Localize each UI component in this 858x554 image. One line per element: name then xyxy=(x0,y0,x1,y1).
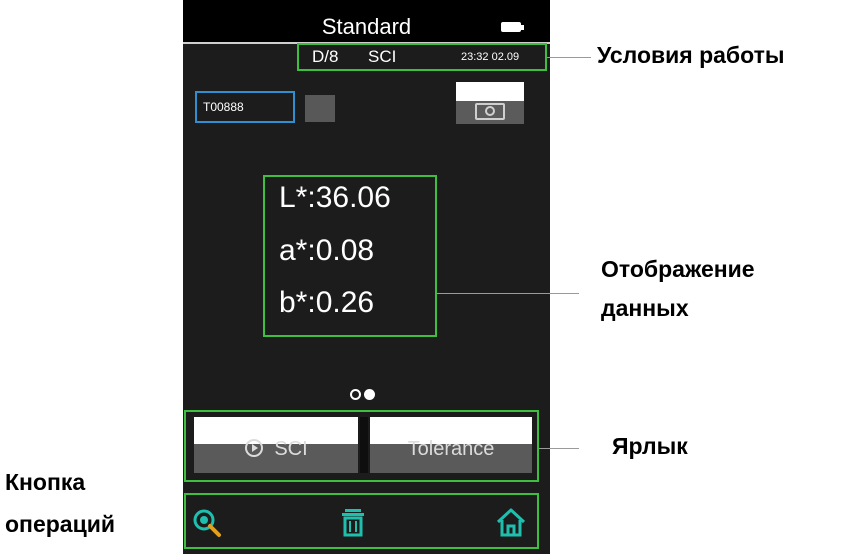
operations-annotation-2: операций xyxy=(5,511,115,537)
data-display-annotation: Отображение xyxy=(601,256,755,282)
shortcut-annotation: Ярлык xyxy=(612,433,688,459)
tolerance-shortcut-label: Tolerance xyxy=(407,438,495,460)
shortcut-divider xyxy=(360,417,368,473)
camera-lens-icon xyxy=(485,106,495,116)
sci-shortcut-label: SCI xyxy=(194,437,358,461)
page-dot-2-active[interactable] xyxy=(364,389,375,400)
trash-icon[interactable] xyxy=(336,505,370,539)
data-display-annotation-2: данных xyxy=(601,295,689,321)
sample-id-field[interactable]: T00888 xyxy=(195,91,295,123)
battery-tip xyxy=(521,25,524,30)
home-icon[interactable] xyxy=(494,505,528,539)
screen-title: Standard xyxy=(321,14,412,39)
a-value: a*:0.08 xyxy=(279,234,375,267)
l-value: L*:36.06 xyxy=(279,181,391,214)
conditions-annotation: Условия работы xyxy=(597,42,785,68)
play-circle-icon xyxy=(245,439,264,457)
measurement-mode: SCI xyxy=(368,47,397,66)
search-icon[interactable] xyxy=(189,505,223,539)
tolerance-shortcut-button[interactable]: Tolerance xyxy=(370,417,532,473)
sci-shortcut-text: SCI xyxy=(274,438,308,460)
callout-line-conditions xyxy=(547,57,591,58)
callout-line-shortcut xyxy=(539,448,579,449)
sci-shortcut-button[interactable]: SCI xyxy=(194,417,358,473)
b-value: b*:0.26 xyxy=(279,286,375,319)
camera-button-highlight xyxy=(456,82,524,101)
operations-annotation: Кнопка xyxy=(5,469,86,495)
page-dot-1[interactable] xyxy=(350,389,361,400)
callout-line-data xyxy=(437,293,579,294)
datetime: 23:32 02.09 xyxy=(461,51,520,63)
illumination-geometry: D/8 xyxy=(312,47,339,66)
battery-icon xyxy=(501,22,521,32)
color-swatch xyxy=(305,95,335,122)
